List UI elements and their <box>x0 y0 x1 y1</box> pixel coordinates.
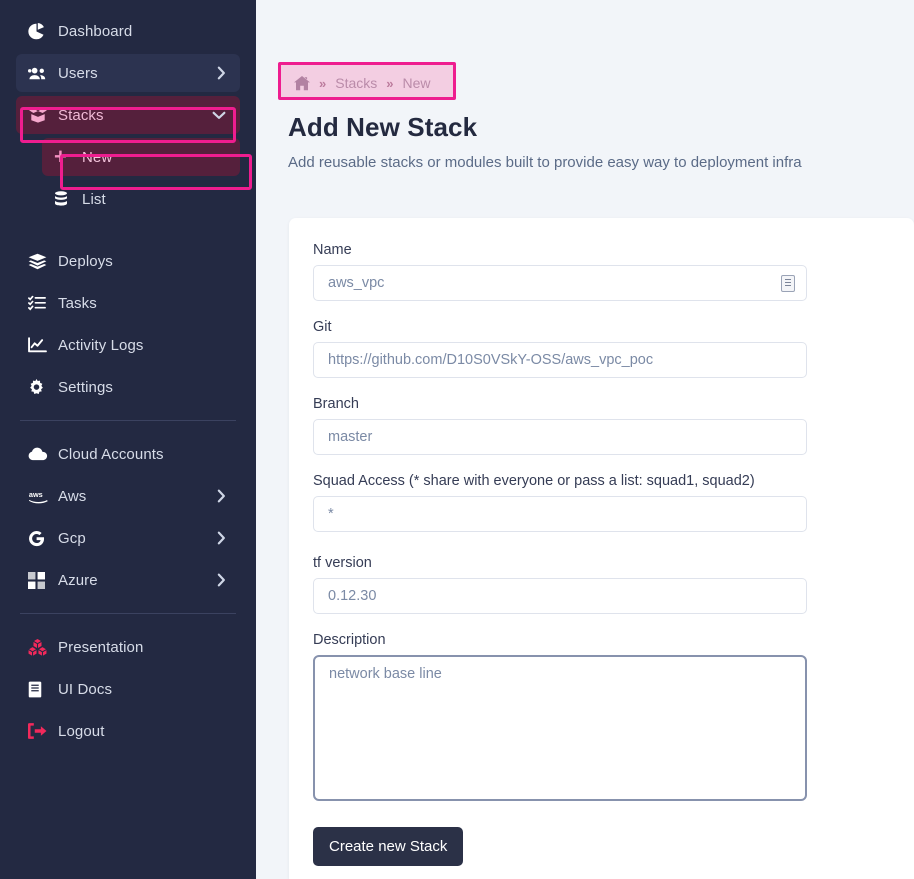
sidebar-item-label: Aws <box>58 487 87 505</box>
sidebar-item-label: Azure <box>58 571 98 589</box>
add-stack-form-card: Name Git Branch Squad Access (* share wi… <box>289 218 914 879</box>
sidebar-item-users[interactable]: Users <box>16 54 240 92</box>
sidebar-item-ui-docs[interactable]: UI Docs <box>16 670 240 708</box>
book-icon <box>28 681 58 698</box>
squad-access-input[interactable] <box>313 496 807 532</box>
sidebar-item-label: Dashboard <box>58 22 133 40</box>
sidebar-item-presentation[interactable]: Presentation <box>16 628 240 666</box>
field-label-tf-version: tf version <box>313 555 372 571</box>
tf-version-input[interactable] <box>313 578 807 614</box>
cubes-icon <box>28 638 58 656</box>
sidebar-item-label: UI Docs <box>58 680 113 698</box>
breadcrumb-item-new: New <box>402 75 431 91</box>
sidebar-item-label: Gcp <box>58 529 86 547</box>
sidebar-divider-top <box>20 420 236 421</box>
content-header: » Stacks » New Add New Stack Add reusabl… <box>256 0 914 171</box>
page-title: Add New Stack <box>288 111 478 142</box>
field-label-branch: Branch <box>313 396 359 412</box>
sidebar-item-tasks[interactable]: Tasks <box>16 284 240 322</box>
sidebar-item-label: Cloud Accounts <box>58 445 164 463</box>
aws-icon: aws <box>28 489 58 504</box>
create-new-stack-button[interactable]: Create new Stack <box>313 827 464 866</box>
users-icon <box>28 66 58 81</box>
chevron-right-icon <box>217 573 226 587</box>
field-row-name <box>313 265 914 301</box>
sidebar-item-cloud-accounts[interactable]: Cloud Accounts <box>16 435 240 473</box>
svg-text:aws: aws <box>29 489 43 498</box>
sidebar-item-label: Activity Logs <box>58 336 144 354</box>
sidebar-item-label: New <box>82 148 113 166</box>
field-tf-version: tf version <box>313 555 914 614</box>
field-label-squad-access: Squad Access (* share with everyone or p… <box>313 473 755 489</box>
password-manager-icon[interactable] <box>781 274 795 292</box>
azure-icon <box>28 571 58 589</box>
layers-icon <box>28 253 58 270</box>
app-root: Dashboard Users Stacks + New List Deploy… <box>0 0 914 879</box>
name-input[interactable] <box>313 265 807 301</box>
sign-out-icon <box>28 723 58 739</box>
database-icon <box>54 191 82 207</box>
field-label-git: Git <box>313 319 332 335</box>
chevron-right-icon <box>217 489 226 503</box>
box-open-icon <box>28 107 58 123</box>
task-list-icon <box>28 295 58 311</box>
branch-input[interactable] <box>313 419 807 455</box>
chart-line-icon <box>28 337 58 353</box>
main-content: » Stacks » New Add New Stack Add reusabl… <box>256 0 914 879</box>
field-squad-access: Squad Access (* share with everyone or p… <box>313 473 914 537</box>
sidebar: Dashboard Users Stacks + New List Deploy… <box>0 0 256 879</box>
sidebar-item-logout[interactable]: Logout <box>16 712 240 750</box>
breadcrumb-separator: » <box>319 75 327 91</box>
sidebar-item-stacks[interactable]: Stacks <box>16 96 240 134</box>
plus-icon: + <box>54 144 67 169</box>
sidebar-item-settings[interactable]: Settings <box>16 368 240 406</box>
field-label-name: Name <box>313 242 352 258</box>
git-input[interactable] <box>313 342 807 378</box>
breadcrumb-separator: » <box>386 75 394 91</box>
field-label-description: Description <box>313 632 386 648</box>
chevron-right-icon <box>217 531 226 545</box>
sidebar-item-aws[interactable]: aws Aws <box>16 477 240 515</box>
breadcrumb: » Stacks » New <box>288 72 437 94</box>
sidebar-item-deploys[interactable]: Deploys <box>16 242 240 280</box>
gear-icon <box>28 378 58 396</box>
sidebar-divider-bottom <box>20 613 236 614</box>
google-icon <box>28 530 58 547</box>
sidebar-item-label: Stacks <box>58 106 104 124</box>
field-description: Description <box>313 632 914 806</box>
chevron-down-icon <box>212 111 226 120</box>
home-icon[interactable] <box>294 75 310 91</box>
cloud-icon <box>28 447 58 461</box>
sidebar-item-label: Users <box>58 64 98 82</box>
sidebar-item-dashboard[interactable]: Dashboard <box>16 12 240 50</box>
sidebar-item-label: Tasks <box>58 294 97 312</box>
sidebar-item-gcp[interactable]: Gcp <box>16 519 240 557</box>
chevron-right-icon <box>217 66 226 80</box>
sidebar-item-activity-logs[interactable]: Activity Logs <box>16 326 240 364</box>
breadcrumb-item-stacks[interactable]: Stacks <box>335 75 377 91</box>
page-subtitle: Add reusable stacks or modules built to … <box>288 153 802 171</box>
sidebar-item-stacks-list[interactable]: List <box>42 180 240 218</box>
sidebar-item-label: Presentation <box>58 638 144 656</box>
sidebar-item-stacks-new[interactable]: + New <box>42 138 240 176</box>
pie-chart-icon <box>28 22 58 40</box>
sidebar-item-label: Settings <box>58 378 113 396</box>
sidebar-item-label: List <box>82 190 106 208</box>
sidebar-item-azure[interactable]: Azure <box>16 561 240 599</box>
breadcrumb-wrapper: » Stacks » New <box>278 62 456 100</box>
sidebar-item-label: Logout <box>58 722 105 740</box>
description-input[interactable] <box>313 655 807 801</box>
field-git: Git <box>313 319 914 378</box>
field-branch: Branch <box>313 396 914 455</box>
sidebar-item-label: Deploys <box>58 252 113 270</box>
field-name: Name <box>313 242 914 301</box>
